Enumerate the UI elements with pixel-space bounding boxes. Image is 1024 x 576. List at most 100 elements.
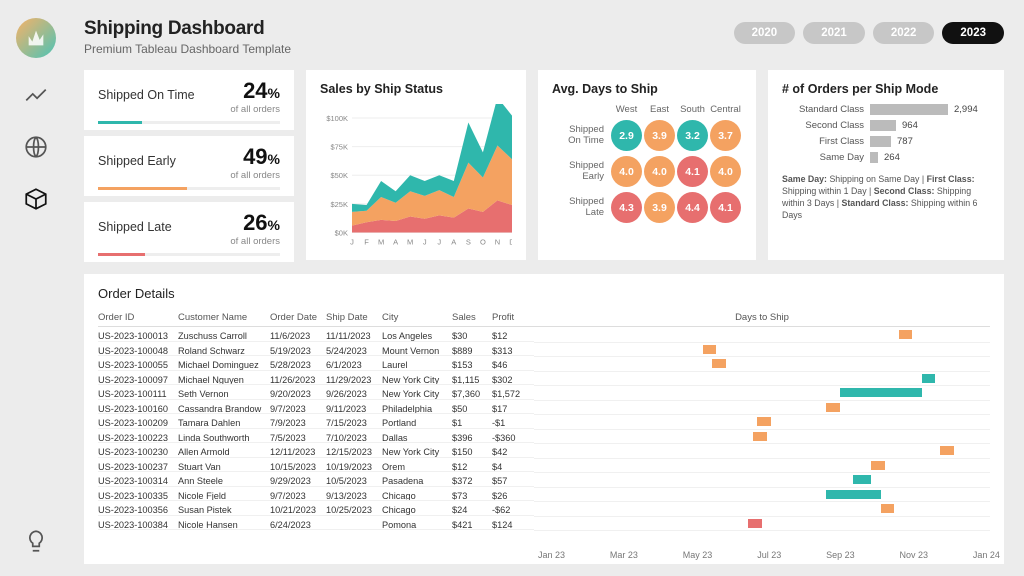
mode-row-first-class[interactable]: First Class 787 xyxy=(782,136,990,147)
table-cell: New York City xyxy=(382,443,452,458)
col-header[interactable]: Sales xyxy=(452,309,492,327)
avg-col-central: Central xyxy=(709,104,742,115)
table-cell: US-2023-100055 xyxy=(98,356,178,371)
kpi-shipped-early[interactable]: Shipped Early 49% of all orders xyxy=(84,136,294,196)
year-tab-2023[interactable]: 2023 xyxy=(942,22,1004,44)
table-cell: Michael Nguyen xyxy=(178,371,270,386)
kpi-shipped-on-time[interactable]: Shipped On Time 24% of all orders xyxy=(84,70,294,130)
year-tab-2021[interactable]: 2021 xyxy=(803,22,865,44)
gantt-bar xyxy=(871,461,885,470)
gantt-row[interactable] xyxy=(534,343,990,358)
avg-col-east: East xyxy=(643,104,676,115)
gantt-row[interactable] xyxy=(534,415,990,430)
col-header[interactable]: Ship Date xyxy=(326,309,382,327)
table-cell: $42 xyxy=(492,443,534,458)
kpi-sublabel: of all orders xyxy=(98,236,280,247)
logo-icon xyxy=(25,27,47,49)
avg-dot[interactable]: 4.1 xyxy=(710,192,741,223)
svg-text:M: M xyxy=(378,238,384,247)
gantt-row[interactable] xyxy=(534,328,990,343)
table-cell: US-2023-100314 xyxy=(98,472,178,487)
nav-globe-icon[interactable] xyxy=(21,132,51,162)
table-cell: $57 xyxy=(492,472,534,487)
gantt-tick: Jan 23 xyxy=(538,550,565,560)
gantt-bar xyxy=(712,359,726,368)
table-cell: $7,360 xyxy=(452,385,492,400)
svg-text:M: M xyxy=(407,238,413,247)
col-header[interactable]: Profit xyxy=(492,309,534,327)
gantt-tick: May 23 xyxy=(683,550,713,560)
gantt-row[interactable] xyxy=(534,444,990,459)
avg-dot[interactable]: 4.1 xyxy=(677,156,708,187)
gantt-row[interactable] xyxy=(534,430,990,445)
avg-dot[interactable]: 3.7 xyxy=(710,120,741,151)
col-header[interactable]: Order Date xyxy=(270,309,326,327)
order-details-card: Order Details Order IDUS-2023-100013US-2… xyxy=(84,274,1004,564)
gantt-row[interactable] xyxy=(534,473,990,488)
table-cell: 10/19/2023 xyxy=(326,458,382,473)
col-header[interactable]: Customer Name xyxy=(178,309,270,327)
gantt-tick: Nov 23 xyxy=(900,550,929,560)
table-cell: US-2023-100097 xyxy=(98,371,178,386)
table-cell: 6/24/2023 xyxy=(270,516,326,531)
table-cell: $24 xyxy=(452,501,492,516)
gantt-tick: Mar 23 xyxy=(610,550,638,560)
year-tab-2020[interactable]: 2020 xyxy=(734,22,796,44)
table-cell: $313 xyxy=(492,342,534,357)
table-cell: US-2023-100160 xyxy=(98,400,178,415)
table-cell: Orem xyxy=(382,458,452,473)
page-title: Shipping Dashboard xyxy=(84,18,291,40)
gantt-row[interactable] xyxy=(534,517,990,532)
mode-row-same-day[interactable]: Same Day 264 xyxy=(782,152,990,163)
mode-row-standard-class[interactable]: Standard Class 2,994 xyxy=(782,104,990,115)
col-header[interactable]: Order ID xyxy=(98,309,178,327)
gantt-row[interactable] xyxy=(534,372,990,387)
svg-text:$100K: $100K xyxy=(326,114,348,123)
gantt-header: Days to Ship xyxy=(534,309,990,327)
table-cell: $302 xyxy=(492,371,534,386)
avg-row-label: Shipped Late xyxy=(552,197,610,218)
kpi-shipped-late[interactable]: Shipped Late 26% of all orders xyxy=(84,202,294,262)
table-cell: 11/11/2023 xyxy=(326,327,382,342)
nav-package-icon[interactable] xyxy=(21,184,51,214)
avg-dot[interactable]: 3.9 xyxy=(644,192,675,223)
gantt-row[interactable] xyxy=(534,357,990,372)
gantt-row[interactable] xyxy=(534,488,990,503)
table-cell: $50 xyxy=(452,400,492,415)
table-cell: $1 xyxy=(452,414,492,429)
nav-help-icon[interactable] xyxy=(21,526,51,556)
table-cell: 9/7/2023 xyxy=(270,487,326,502)
table-cell: 7/9/2023 xyxy=(270,414,326,429)
avg-dot[interactable]: 4.0 xyxy=(710,156,741,187)
nav-trend-icon[interactable] xyxy=(21,80,51,110)
avg-dot[interactable]: 4.0 xyxy=(611,156,642,187)
table-cell: Linda Southworth xyxy=(178,429,270,444)
gantt-row[interactable] xyxy=(534,459,990,474)
table-cell: Cassandra Brandow xyxy=(178,400,270,415)
table-cell: $124 xyxy=(492,516,534,531)
avg-dot[interactable]: 4.3 xyxy=(611,192,642,223)
gantt-row[interactable] xyxy=(534,502,990,517)
avg-dot[interactable]: 3.9 xyxy=(644,120,675,151)
gantt-row[interactable] xyxy=(534,386,990,401)
avg-dot[interactable]: 4.0 xyxy=(644,156,675,187)
svg-text:J: J xyxy=(437,238,441,247)
table-cell: US-2023-100335 xyxy=(98,487,178,502)
avg-dot[interactable]: 4.4 xyxy=(677,192,708,223)
col-header[interactable]: City xyxy=(382,309,452,327)
table-cell: 11/6/2023 xyxy=(270,327,326,342)
table-cell: New York City xyxy=(382,385,452,400)
avg-dot[interactable]: 2.9 xyxy=(611,120,642,151)
gantt-bar xyxy=(922,374,936,383)
table-cell: 11/29/2023 xyxy=(326,371,382,386)
table-cell: 10/15/2023 xyxy=(270,458,326,473)
sidebar xyxy=(0,0,72,576)
gantt-bar xyxy=(703,345,717,354)
year-tab-2022[interactable]: 2022 xyxy=(873,22,935,44)
table-cell: US-2023-100209 xyxy=(98,414,178,429)
mode-row-second-class[interactable]: Second Class 964 xyxy=(782,120,990,131)
svg-text:N: N xyxy=(495,238,500,247)
table-cell: $46 xyxy=(492,356,534,371)
avg-dot[interactable]: 3.2 xyxy=(677,120,708,151)
gantt-row[interactable] xyxy=(534,401,990,416)
